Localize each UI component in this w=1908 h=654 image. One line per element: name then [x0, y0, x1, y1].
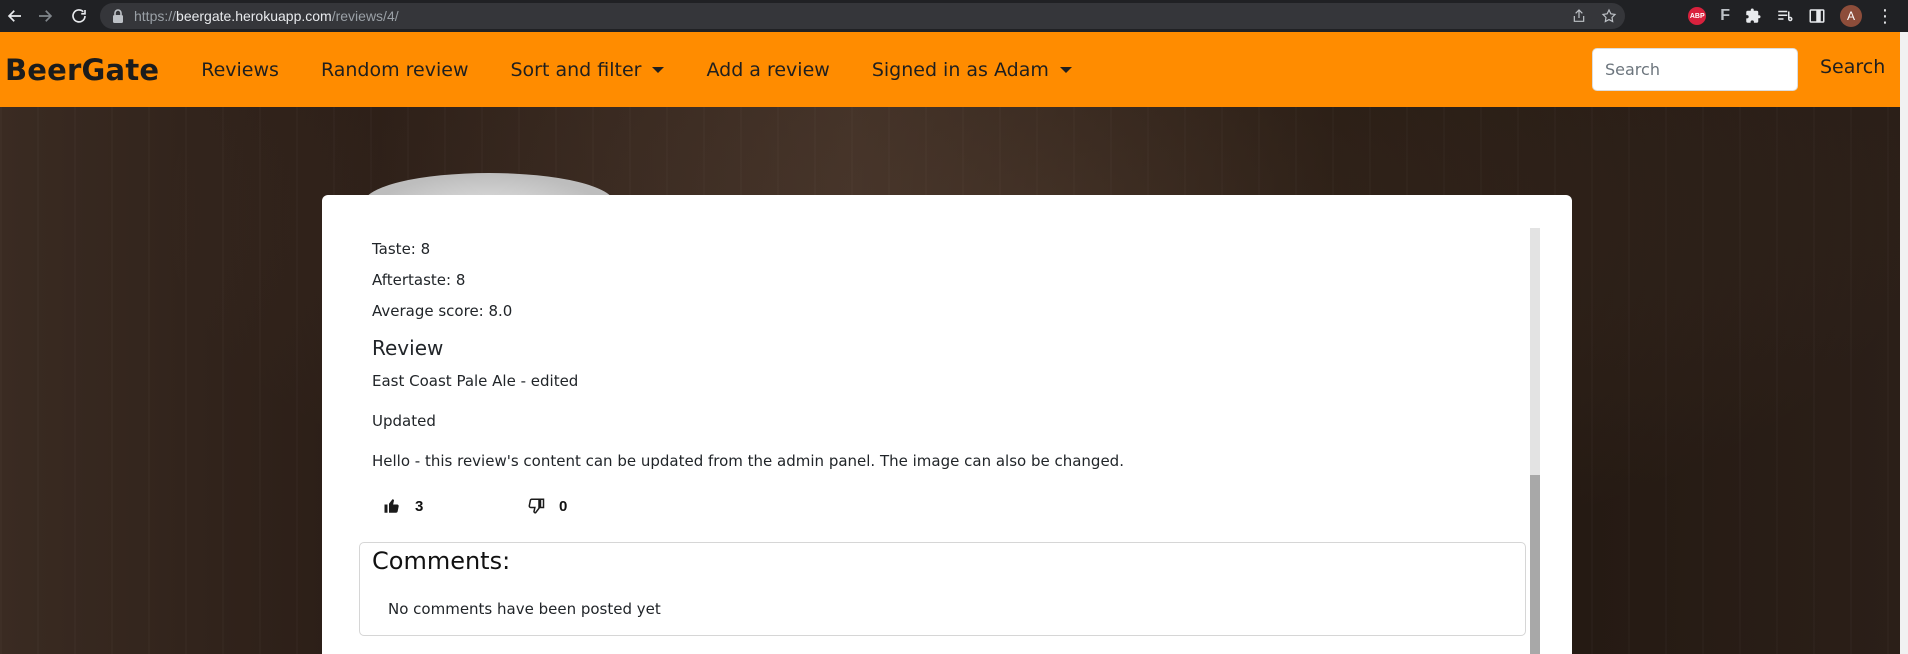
average-score: Average score: 8.0 [372, 302, 513, 320]
aftertaste-score: Aftertaste: 8 [372, 271, 466, 289]
extensions-puzzle-icon[interactable] [1744, 7, 1762, 25]
nav-user-dropdown[interactable]: Signed in as Adam [872, 59, 1072, 81]
reload-icon[interactable] [66, 3, 92, 29]
like-button[interactable]: 3 [383, 497, 423, 515]
taste-score: Taste: 8 [372, 240, 431, 258]
nav-reviews[interactable]: Reviews [201, 59, 279, 81]
site-navbar: BeerGate Reviews Random review Sort and … [0, 32, 1900, 107]
dislike-button[interactable]: 0 [527, 497, 567, 515]
review-status: Updated [372, 412, 436, 430]
forward-icon[interactable] [32, 3, 58, 29]
url-text: https://beergate.herokuapp.com/reviews/4… [134, 8, 399, 24]
profile-avatar[interactable]: A [1840, 5, 1862, 27]
reading-list-icon[interactable] [1776, 7, 1794, 25]
f-extension-icon[interactable]: F [1720, 7, 1730, 25]
scrollbar-thumb[interactable] [1530, 475, 1540, 654]
review-body: Hello - this review's content can be upd… [372, 452, 1124, 470]
comments-heading: Comments: [372, 547, 511, 575]
share-icon[interactable] [1571, 8, 1587, 24]
caret-down-icon [652, 66, 665, 73]
search-button[interactable]: Search [1820, 56, 1885, 78]
menu-dots-icon[interactable]: ⋮ [1876, 7, 1894, 25]
nav-sort-filter-dropdown[interactable]: Sort and filter [511, 59, 665, 81]
browser-toolbar: https://beergate.herokuapp.com/reviews/4… [0, 0, 1908, 32]
page-scrollbar[interactable] [1900, 32, 1908, 654]
back-icon[interactable] [2, 3, 28, 29]
thumbs-up-icon [384, 499, 399, 513]
caret-down-icon [1059, 66, 1072, 73]
search-input[interactable] [1592, 48, 1798, 91]
bookmark-star-icon[interactable] [1601, 8, 1617, 24]
side-panel-icon[interactable] [1808, 7, 1826, 25]
comments-section: Comments: No comments have been posted y… [359, 542, 1526, 636]
dislike-count: 0 [559, 497, 568, 515]
no-comments-message: No comments have been posted yet [388, 600, 661, 618]
review-heading: Review [372, 336, 444, 360]
thumbs-down-icon [528, 498, 545, 514]
review-title: East Coast Pale Ale - edited [372, 372, 579, 390]
nav-random-review[interactable]: Random review [321, 59, 469, 81]
lock-icon [113, 9, 123, 23]
nav-add-review[interactable]: Add a review [706, 59, 829, 81]
like-count: 3 [415, 497, 424, 515]
brand-logo[interactable]: BeerGate [5, 53, 159, 87]
adblock-extension-icon[interactable]: ABP [1688, 7, 1707, 25]
card-scrollbar[interactable] [1530, 228, 1540, 654]
address-bar[interactable]: https://beergate.herokuapp.com/reviews/4… [100, 3, 1625, 29]
